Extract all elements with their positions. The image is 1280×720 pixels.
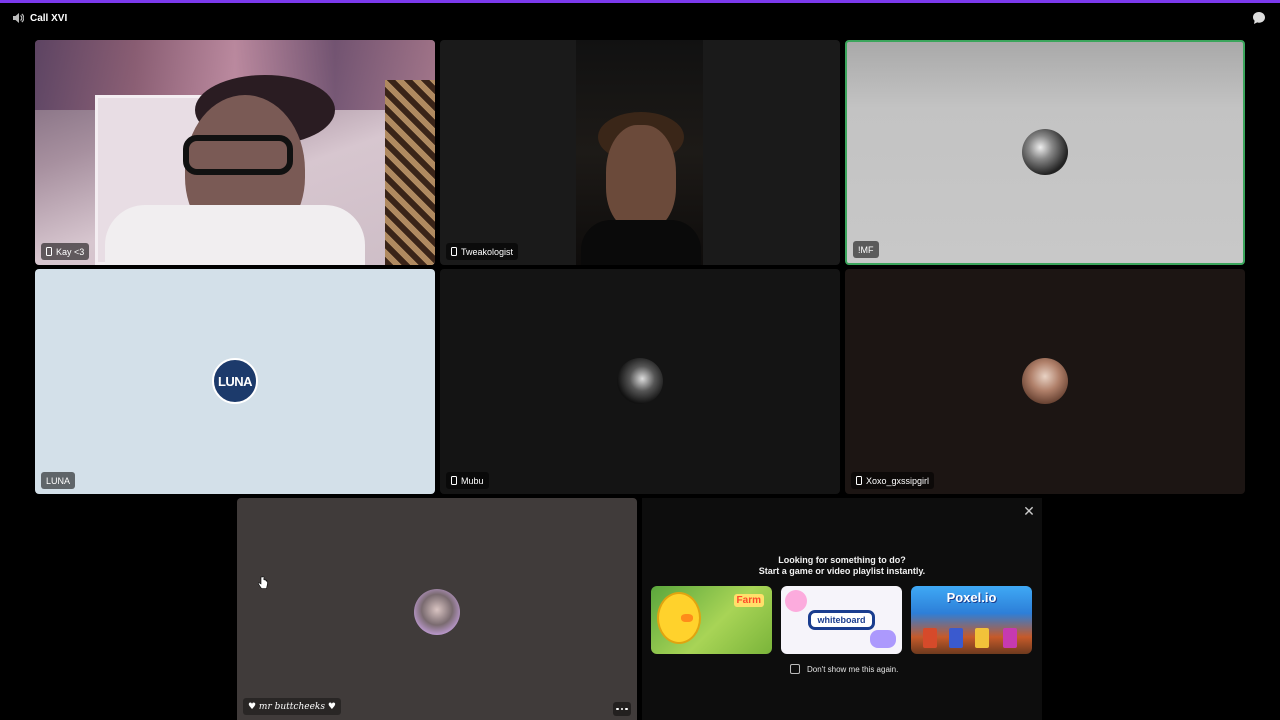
decoration bbox=[870, 630, 896, 648]
participant-name: Tweakologist bbox=[461, 246, 514, 257]
activity-card-poxel[interactable]: Poxel.io bbox=[911, 586, 1032, 654]
mobile-phone-icon bbox=[451, 476, 457, 485]
participant-name-tag: Tweakologist bbox=[446, 243, 519, 260]
speaker-icon[interactable] bbox=[12, 12, 24, 24]
participant-tile-xoxo[interactable]: Xoxo_gxssipgirl bbox=[845, 269, 1245, 494]
activity-cards: Farm whiteboard Poxel.io bbox=[651, 586, 1033, 654]
avatar bbox=[1022, 129, 1068, 175]
game-character bbox=[975, 628, 989, 648]
participant-name: Kay <3 bbox=[56, 246, 85, 257]
title-bar: Call XVI bbox=[0, 3, 1280, 33]
video-person bbox=[581, 220, 701, 265]
close-icon[interactable]: ✕ bbox=[1022, 503, 1036, 519]
dot bbox=[620, 707, 624, 711]
video-person bbox=[105, 205, 365, 265]
mobile-phone-icon bbox=[46, 247, 52, 256]
mobile-phone-icon bbox=[856, 476, 862, 485]
panel-heading: Looking for something to do? Start a gam… bbox=[642, 555, 1042, 577]
panel-heading-line2: Start a game or video playlist instantly… bbox=[758, 566, 926, 576]
activity-title: Farm bbox=[733, 594, 764, 607]
video-person bbox=[606, 125, 676, 230]
participant-name: !MF bbox=[858, 244, 874, 255]
participant-name: ♥ mr buttcheeks ♥ bbox=[248, 701, 336, 712]
participant-tile-luna[interactable]: LUNA LUNA bbox=[35, 269, 435, 494]
video-background bbox=[385, 80, 435, 265]
avatar: LUNA bbox=[212, 358, 258, 404]
panel-heading-line1: Looking for something to do? bbox=[778, 555, 906, 565]
participant-name-tag: Mubu bbox=[446, 472, 489, 489]
avatar bbox=[617, 358, 663, 404]
avatar bbox=[1022, 358, 1068, 404]
participant-tile-imf[interactable]: !MF bbox=[845, 40, 1245, 265]
dont-show-label: Don't show me this again. bbox=[807, 664, 899, 674]
participant-name: Mubu bbox=[461, 475, 484, 486]
farm-game-icon bbox=[657, 592, 701, 644]
participant-name: Xoxo_gxssipgirl bbox=[866, 475, 930, 486]
participant-tile-mubu[interactable]: Mubu bbox=[440, 269, 840, 494]
participant-name-tag: Xoxo_gxssipgirl bbox=[851, 472, 935, 489]
dot bbox=[625, 707, 628, 711]
chat-bubble-icon[interactable] bbox=[1252, 11, 1266, 25]
decoration bbox=[785, 590, 807, 612]
activity-card-farm[interactable]: Farm bbox=[651, 586, 772, 654]
avatar bbox=[414, 589, 460, 635]
game-character bbox=[1003, 628, 1017, 648]
participant-name-tag: !MF bbox=[853, 241, 879, 258]
dont-show-checkbox[interactable] bbox=[790, 664, 800, 674]
participant-tile-mr-buttcheeks[interactable]: ♥ mr buttcheeks ♥ bbox=[237, 498, 637, 720]
video-person bbox=[183, 135, 293, 175]
dot bbox=[616, 707, 619, 711]
participant-tile-tweakologist[interactable]: Tweakologist bbox=[440, 40, 840, 265]
participant-name: LUNA bbox=[46, 475, 71, 486]
participant-name-tag: Kay <3 bbox=[41, 243, 90, 260]
activity-card-whiteboard[interactable]: whiteboard bbox=[781, 586, 902, 654]
participant-tile-kay[interactable]: Kay <3 bbox=[35, 40, 435, 265]
poxel-game-icon: Poxel.io bbox=[946, 590, 997, 605]
participant-name-tag: LUNA bbox=[41, 472, 76, 489]
avatar-logo-text: LUNA bbox=[217, 373, 253, 389]
video-feed bbox=[576, 40, 703, 265]
game-character bbox=[949, 628, 963, 648]
dont-show-again-option[interactable]: Don't show me this again. bbox=[790, 664, 898, 674]
chick-beak bbox=[681, 614, 693, 622]
game-character bbox=[923, 628, 937, 648]
participant-name-tag: ♥ mr buttcheeks ♥ bbox=[243, 698, 341, 715]
whiteboard-icon: whiteboard bbox=[808, 610, 875, 630]
activity-suggestion-panel: ✕ Looking for something to do? Start a g… bbox=[642, 498, 1042, 720]
mobile-phone-icon bbox=[451, 247, 457, 256]
call-title: Call XVI bbox=[30, 12, 68, 24]
hand-cursor-icon bbox=[258, 576, 268, 589]
more-options-button[interactable] bbox=[613, 702, 631, 716]
